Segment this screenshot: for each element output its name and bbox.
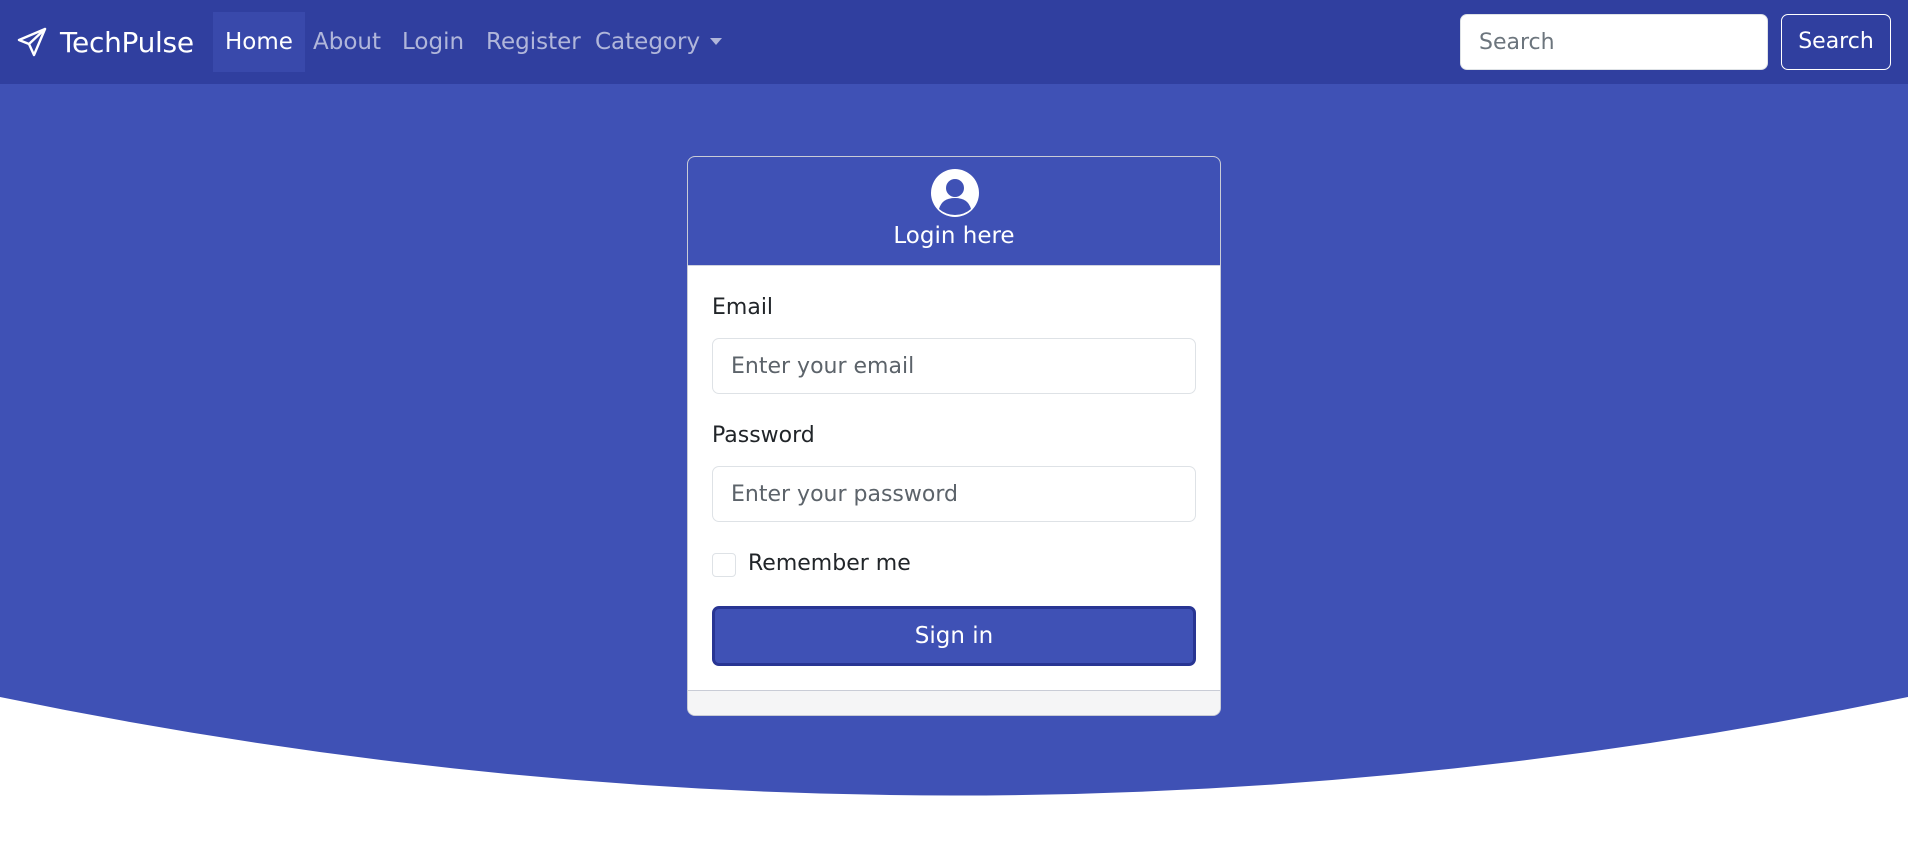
search-button[interactable]: Search xyxy=(1781,14,1891,70)
search-input[interactable] xyxy=(1460,14,1768,70)
nav-item-home[interactable]: Home xyxy=(213,12,305,72)
nav-item-category[interactable]: Category xyxy=(583,12,734,72)
page: TechPulse Home About Login Register Cate… xyxy=(0,0,1908,846)
brand-name: TechPulse xyxy=(60,25,194,59)
nav-item-login[interactable]: Login xyxy=(390,12,476,72)
password-label: Password xyxy=(712,423,815,448)
email-label: Email xyxy=(712,295,774,320)
user-circle-icon xyxy=(931,169,979,217)
paper-plane-icon xyxy=(17,27,47,57)
brand-link[interactable]: TechPulse xyxy=(16,22,194,62)
login-card-footer xyxy=(688,690,1220,715)
nav-item-register[interactable]: Register xyxy=(474,12,593,72)
caret-down-icon xyxy=(710,37,723,45)
navbar: TechPulse Home About Login Register Cate… xyxy=(0,0,1908,84)
login-card-header: Login here xyxy=(688,157,1220,266)
sign-in-button[interactable]: Sign in xyxy=(712,606,1196,666)
nav-item-about[interactable]: About xyxy=(301,12,393,72)
nav-item-category-label: Category xyxy=(595,29,701,55)
login-card: Login here Email Password Remember me Si… xyxy=(687,156,1221,716)
remember-me-checkbox[interactable] xyxy=(712,553,736,577)
remember-me-label[interactable]: Remember me xyxy=(748,551,911,576)
password-field[interactable] xyxy=(712,466,1196,522)
login-title: Login here xyxy=(893,223,1015,249)
email-field[interactable] xyxy=(712,338,1196,394)
